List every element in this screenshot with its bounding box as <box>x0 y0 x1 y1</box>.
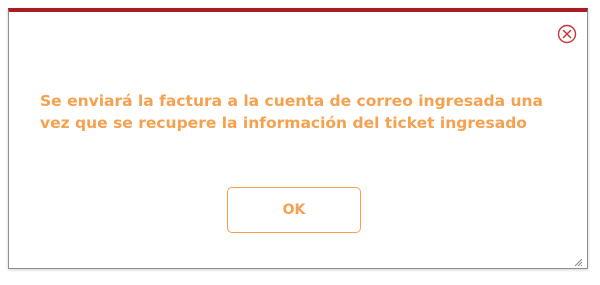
close-icon[interactable] <box>557 24 577 44</box>
ok-button[interactable]: OK <box>227 187 361 233</box>
alert-dialog: Se enviará la factura a la cuenta de cor… <box>8 8 588 269</box>
dialog-message: Se enviará la factura a la cuenta de cor… <box>40 92 544 132</box>
resize-grip-icon[interactable] <box>573 254 583 267</box>
